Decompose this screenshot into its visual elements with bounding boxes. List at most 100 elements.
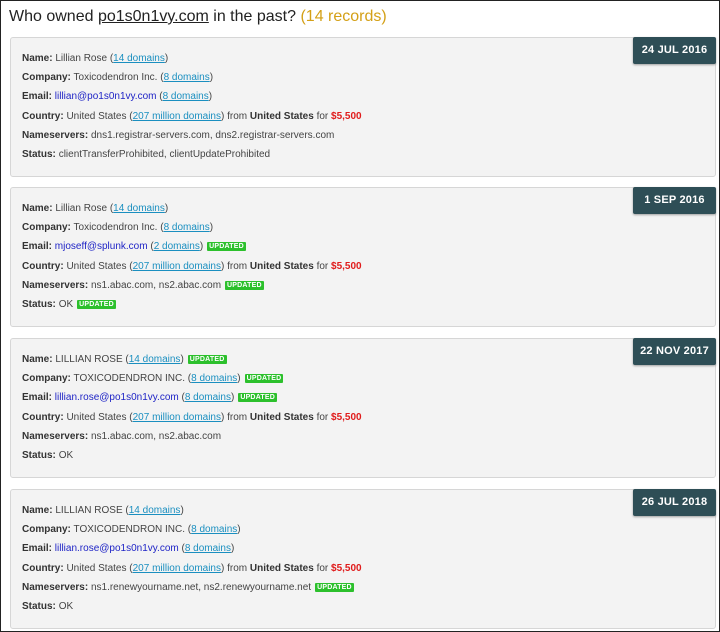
- email-label: Email:: [22, 543, 53, 554]
- company-value: TOXICODENDRON INC.: [73, 524, 186, 535]
- email-domains-link[interactable]: 8 domains: [185, 392, 231, 403]
- updated-badge: UPDATED: [187, 355, 227, 364]
- country-domains-link[interactable]: 207 million domains: [133, 111, 221, 122]
- country-value: United States: [66, 261, 127, 272]
- name-row: Name: LILLIAN ROSE (14 domains) UPDATED: [22, 354, 227, 365]
- status-label: Status:: [22, 149, 56, 160]
- record-count: (14 records): [300, 8, 387, 25]
- for-text: for: [316, 261, 329, 272]
- nameservers-label: Nameservers:: [22, 431, 89, 442]
- name-label: Name:: [22, 505, 53, 516]
- country-row: Country: United States (207 million doma…: [22, 261, 362, 272]
- email-value[interactable]: lillian.rose@po1s0n1vy.com: [55, 392, 179, 403]
- nameservers-row: Nameservers: ns1.renewyourname.net, ns2.…: [22, 581, 354, 594]
- nameservers-label: Nameservers:: [22, 130, 89, 141]
- country-row: Country: United States (207 million doma…: [22, 412, 362, 423]
- company-row: Company: TOXICODENDRON INC. (8 domains) U…: [22, 373, 284, 384]
- name-domains-link[interactable]: 14 domains: [113, 203, 165, 214]
- company-value: Toxicodendron Inc.: [73, 222, 158, 233]
- company-value: Toxicodendron Inc.: [73, 72, 158, 83]
- email-value[interactable]: mjoseff@splunk.com: [55, 241, 148, 252]
- price-value: $5,500: [331, 111, 362, 122]
- name-label: Name:: [22, 354, 53, 365]
- status-value: OK: [58, 299, 74, 310]
- country-domains-link[interactable]: 207 million domains: [133, 563, 221, 574]
- for-text: for: [316, 111, 329, 122]
- name-row: Name: LILLIAN ROSE (14 domains): [22, 505, 184, 516]
- country-domains-link[interactable]: 207 million domains: [133, 412, 221, 423]
- company-label: Company:: [22, 72, 71, 83]
- country-label: Country:: [22, 111, 64, 122]
- for-text: for: [316, 412, 329, 423]
- email-row: Email: lillian.rose@po1s0n1vy.com (8 dom…: [22, 392, 278, 403]
- from-country: United States: [249, 412, 314, 423]
- company-label: Company:: [22, 373, 71, 384]
- status-row: Status: OK: [22, 449, 73, 462]
- title-suffix: in the past?: [213, 8, 297, 25]
- company-domains-link[interactable]: 8 domains: [164, 72, 210, 83]
- record-date-badge: 22 NOV 2017: [633, 338, 716, 365]
- company-label: Company:: [22, 524, 71, 535]
- status-value: clientTransferProhibited, clientUpdatePr…: [58, 149, 271, 160]
- email-domains-link[interactable]: 8 domains: [185, 543, 231, 554]
- record-date-badge: 26 JUL 2018: [633, 489, 716, 516]
- country-value: United States: [66, 111, 127, 122]
- email-row: Email: mjoseff@splunk.com (2 domains) UPD…: [22, 241, 246, 252]
- updated-badge: UPDATED: [315, 583, 354, 592]
- from-text: from: [227, 261, 248, 272]
- updated-badge: UPDATED: [244, 374, 284, 383]
- country-row: Country: United States (207 million doma…: [22, 563, 362, 574]
- name-row: Name: Lillian Rose (14 domains): [22, 203, 169, 214]
- name-domains-link[interactable]: 14 domains: [113, 53, 165, 64]
- name-value: LILLIAN ROSE: [55, 354, 123, 365]
- name-domains-link[interactable]: 14 domains: [129, 354, 181, 365]
- nameservers-row: Nameservers: dns1.registrar-servers.com,…: [22, 129, 334, 142]
- nameservers-value: ns1.abac.com, ns2.abac.com: [90, 280, 222, 291]
- status-label: Status:: [22, 299, 56, 310]
- from-country: United States: [249, 111, 314, 122]
- email-domains-link[interactable]: 8 domains: [163, 91, 209, 102]
- country-label: Country:: [22, 261, 64, 272]
- nameservers-value: ns1.abac.com, ns2.abac.com: [90, 431, 222, 442]
- company-domains-link[interactable]: 8 domains: [164, 222, 210, 233]
- whois-record: 24 JUL 2016 Name: Lillian Rose (14 domai…: [10, 37, 716, 177]
- whois-record: 22 NOV 2017 Name: LILLIAN ROSE (14 domai…: [10, 338, 716, 478]
- company-row: Company: Toxicodendron Inc. (8 domains): [22, 222, 214, 233]
- updated-badge: UPDATED: [238, 393, 278, 402]
- nameservers-row: Nameservers: ns1.abac.com, ns2.abac.com U…: [22, 279, 264, 292]
- country-domains-link[interactable]: 207 million domains: [133, 261, 221, 272]
- company-row: Company: Toxicodendron Inc. (8 domains): [22, 72, 214, 83]
- email-label: Email:: [22, 91, 53, 102]
- country-label: Country:: [22, 563, 64, 574]
- name-value: Lillian Rose: [55, 203, 108, 214]
- nameservers-label: Nameservers:: [22, 280, 89, 291]
- status-row: Status: OK: [22, 600, 73, 613]
- for-text: for: [316, 563, 329, 574]
- country-value: United States: [66, 563, 127, 574]
- nameservers-value: ns1.renewyourname.net, ns2.renewyourname…: [90, 582, 312, 593]
- history-panel: Who owned po1s0n1vy.com in the past? (14…: [0, 0, 720, 632]
- email-value[interactable]: lillian@po1s0n1vy.com: [55, 91, 157, 102]
- email-value[interactable]: lillian.rose@po1s0n1vy.com: [55, 543, 179, 554]
- updated-badge: UPDATED: [225, 281, 264, 290]
- company-domains-link[interactable]: 8 domains: [191, 524, 237, 535]
- from-text: from: [227, 412, 248, 423]
- company-domains-link[interactable]: 8 domains: [191, 373, 237, 384]
- status-row: Status: clientTransferProhibited, client…: [22, 148, 270, 161]
- domain-link[interactable]: po1s0n1vy.com: [98, 8, 209, 25]
- country-value: United States: [66, 412, 127, 423]
- company-value: TOXICODENDRON INC.: [73, 373, 186, 384]
- name-domains-link[interactable]: 14 domains: [129, 505, 181, 516]
- name-label: Name:: [22, 203, 53, 214]
- page-title: Who owned po1s0n1vy.com in the past? (14…: [9, 8, 387, 26]
- price-value: $5,500: [331, 412, 362, 423]
- updated-badge: UPDATED: [77, 300, 116, 309]
- status-value: OK: [58, 601, 74, 612]
- email-label: Email:: [22, 241, 53, 252]
- status-value: OK: [58, 450, 74, 461]
- from-country: United States: [249, 261, 314, 272]
- nameservers-label: Nameservers:: [22, 582, 89, 593]
- nameservers-row: Nameservers: ns1.abac.com, ns2.abac.com: [22, 430, 221, 443]
- country-row: Country: United States (207 million doma…: [22, 111, 362, 122]
- email-domains-link[interactable]: 2 domains: [154, 241, 200, 252]
